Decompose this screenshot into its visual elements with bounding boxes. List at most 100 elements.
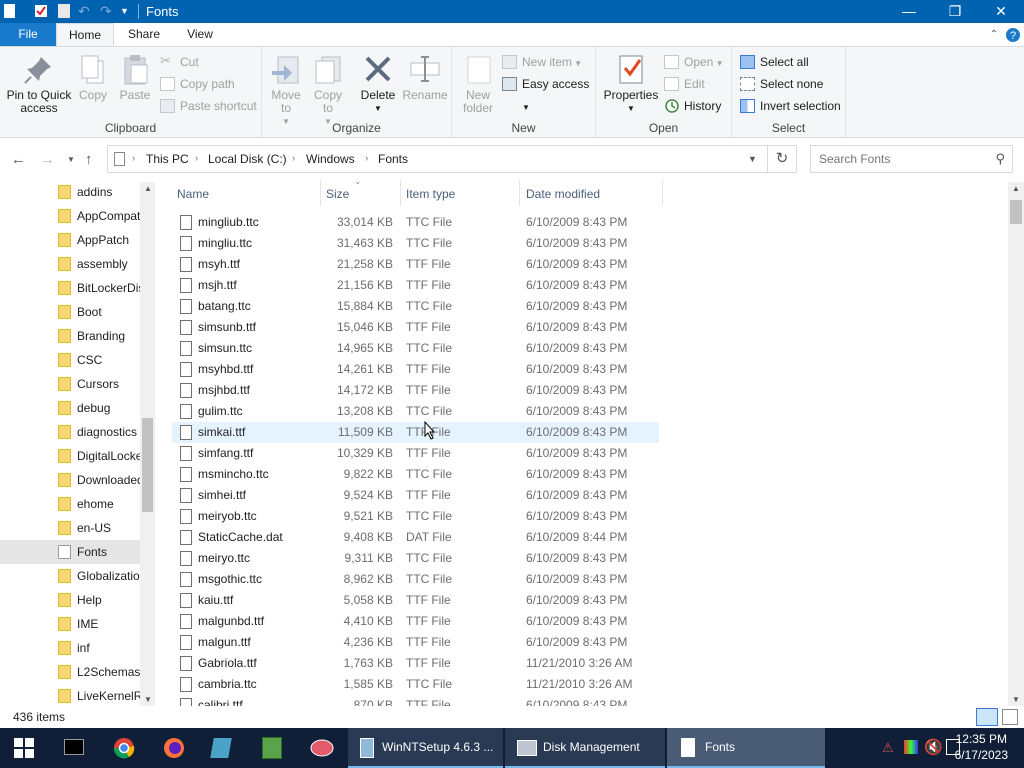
scroll-up-icon[interactable]: ▲ [1012, 184, 1020, 193]
search-input[interactable] [819, 152, 989, 166]
sidebar-item-livekernelreports[interactable]: LiveKernelReports [0, 684, 140, 706]
taskbar-chrome[interactable] [100, 728, 148, 768]
open-button[interactable]: Open ▼ [664, 52, 724, 72]
column-size[interactable]: Size [326, 187, 349, 201]
list-scrollbar[interactable]: ▲ ▼ [1008, 182, 1024, 706]
search-box[interactable]: ⚲ [810, 145, 1013, 173]
table-row[interactable]: mingliu.ttc 31,463 KB TTC File 6/10/2009 8:… [172, 233, 659, 254]
sidebar-item-ehome[interactable]: ehome [0, 492, 140, 516]
table-row[interactable]: gulim.ttc 13,208 KB TTC File 6/10/2009 8:43… [172, 401, 659, 422]
new-item-button[interactable]: New item ▼ [502, 52, 582, 72]
nav-scroll-thumb[interactable] [142, 418, 153, 512]
table-row[interactable]: simhei.ttf 9,524 KB TTF File 6/10/2009 8:43… [172, 485, 659, 506]
sidebar-item-fonts[interactable]: Fonts [0, 540, 140, 564]
sidebar-item-cursors[interactable]: Cursors [0, 372, 140, 396]
tab-home[interactable]: Home [56, 23, 114, 47]
copy-button[interactable]: Copy [76, 53, 110, 102]
rename-button[interactable]: Rename [402, 53, 448, 102]
back-arrow-icon[interactable]: ← [11, 151, 26, 168]
easy-access-button[interactable]: Easy access ▼ [502, 74, 595, 112]
collapse-ribbon-icon[interactable]: ⌃ [986, 23, 1002, 46]
sidebar-item-csc[interactable]: CSC [0, 348, 140, 372]
table-row[interactable]: malgunbd.ttf 4,410 KB TTF File 6/10/2009 8:… [172, 611, 659, 632]
taskbar-fonts[interactable]: Fonts [667, 728, 825, 768]
sidebar-item-ime[interactable]: IME [0, 612, 140, 636]
sidebar-item-inf[interactable]: inf [0, 636, 140, 660]
properties-icon[interactable] [34, 4, 48, 18]
list-scroll-thumb[interactable] [1010, 200, 1022, 224]
details-view-icon[interactable] [976, 708, 998, 726]
sidebar-item-branding[interactable]: Branding [0, 324, 140, 348]
table-row[interactable]: msyhbd.ttf 14,261 KB TTF File 6/10/2009 8:4… [172, 359, 659, 380]
tab-file[interactable]: File [0, 23, 56, 46]
sidebar-item-en-us[interactable]: en-US [0, 516, 140, 540]
start-button[interactable] [0, 728, 48, 768]
maximize-button[interactable]: ❐ [932, 0, 978, 23]
column-date-modified[interactable]: Date modified [526, 187, 600, 201]
table-row[interactable]: meiryob.ttc 9,521 KB TTC File 6/10/2009 8:4… [172, 506, 659, 527]
copy-to-button[interactable]: Copy to ▼ [310, 53, 346, 128]
refresh-icon[interactable]: ↻ [768, 145, 797, 173]
tab-view[interactable]: View [176, 23, 224, 46]
address-input[interactable]: › This PC › Local Disk (C:) › Windows › … [107, 145, 768, 173]
sidebar-item-appcompat[interactable]: AppCompat [0, 204, 140, 228]
select-none-button[interactable]: Select none [740, 74, 823, 94]
delete-button[interactable]: Delete ▼ [358, 53, 398, 115]
color-icon[interactable] [904, 740, 918, 754]
table-row[interactable]: simsunb.ttf 15,046 KB TTF File 6/10/2009 8:… [172, 317, 659, 338]
sidebar-item-assembly[interactable]: assembly [0, 252, 140, 276]
nav-scrollbar[interactable]: ▲ ▼ [140, 182, 155, 706]
taskbar-disk-management[interactable]: Disk Management [505, 728, 665, 768]
new-folder-button[interactable]: New folder [460, 53, 496, 115]
sidebar-item-help[interactable]: Help [0, 588, 140, 612]
breadcrumb-this-pc[interactable]: This PC [146, 152, 189, 166]
sidebar-item-bitlockerdiscoveryvolumecontents[interactable]: BitLockerDiscoveryVolumeContents [0, 276, 140, 300]
sidebar-item-globalization[interactable]: Globalization [0, 564, 140, 588]
close-button[interactable]: ✕ [978, 0, 1024, 23]
table-row[interactable]: simsun.ttc 14,965 KB TTC File 6/10/2009 8:4… [172, 338, 659, 359]
undo-icon[interactable]: ↶ [78, 4, 92, 19]
table-row[interactable]: calibri.ttf 870 KB TTF File 6/10/2009 8:43 … [172, 695, 659, 706]
edit-button[interactable]: Edit [664, 74, 705, 94]
copy-path-button[interactable]: Copy path [160, 74, 235, 94]
select-all-button[interactable]: Select all [740, 52, 809, 72]
table-row[interactable]: kaiu.ttf 5,058 KB TTF File 6/10/2009 8:43 P… [172, 590, 659, 611]
paste-shortcut-button[interactable]: Paste shortcut [160, 96, 257, 116]
breadcrumb-local-disk[interactable]: Local Disk (C:) [208, 152, 287, 166]
table-row[interactable]: msjh.ttf 21,156 KB TTF File 6/10/2009 8:43 … [172, 275, 659, 296]
sidebar-item-addins[interactable]: addins [0, 180, 140, 204]
help-icon[interactable]: ? [1004, 23, 1022, 46]
network-alert-icon[interactable]: ⚠ [882, 740, 894, 756]
cut-button[interactable]: ✂ Cut [160, 52, 199, 72]
scroll-down-icon[interactable]: ▼ [1012, 695, 1020, 704]
scroll-up-icon[interactable]: ▲ [144, 184, 152, 193]
table-row[interactable]: msmincho.ttc 9,822 KB TTC File 6/10/2009 8:… [172, 464, 659, 485]
taskbar-winntsetup[interactable]: WinNTSetup 4.6.3 ... [348, 728, 503, 768]
properties-button[interactable]: Properties ▼ [602, 53, 660, 115]
table-row[interactable]: Gabriola.ttf 1,763 KB TTF File 11/21/2010 3… [172, 653, 659, 674]
new-folder-icon[interactable] [58, 4, 70, 18]
pin-quick-access-button[interactable]: Pin to Quick access [4, 53, 74, 115]
sidebar-item-boot[interactable]: Boot [0, 300, 140, 324]
table-row[interactable]: msgothic.ttc 8,962 KB TTC File 6/10/2009 8:… [172, 569, 659, 590]
breadcrumb-windows[interactable]: Windows [306, 152, 355, 166]
redo-icon[interactable]: ↷ [100, 4, 114, 19]
column-item-type[interactable]: Item type [406, 187, 455, 201]
taskbar-firefox[interactable] [150, 728, 198, 768]
forward-arrow-icon[interactable]: → [40, 151, 55, 168]
taskbar-cmd[interactable] [50, 728, 98, 768]
recent-locations-icon[interactable]: ▼ [67, 155, 75, 164]
taskbar-app5[interactable] [248, 728, 296, 768]
sidebar-item-l2schemas[interactable]: L2Schemas [0, 660, 140, 684]
table-row[interactable]: msyh.ttf 21,258 KB TTF File 6/10/2009 8:43 … [172, 254, 659, 275]
paste-button[interactable]: Paste [116, 53, 154, 102]
breadcrumb-fonts[interactable]: Fonts [378, 152, 408, 166]
history-button[interactable]: History [664, 96, 721, 116]
up-arrow-icon[interactable]: ↑ [85, 151, 93, 168]
table-row[interactable]: malgun.ttf 4,236 KB TTF File 6/10/2009 8:43… [172, 632, 659, 653]
address-dropdown-icon[interactable]: ▼ [748, 154, 757, 164]
sidebar-item-digitallocker[interactable]: DigitalLocker [0, 444, 140, 468]
volume-muted-icon[interactable]: 🔇 [924, 738, 943, 756]
taskbar-clock[interactable]: 12:35 PM 6/17/2023 [955, 731, 1008, 763]
taskbar-app6[interactable] [298, 728, 346, 768]
